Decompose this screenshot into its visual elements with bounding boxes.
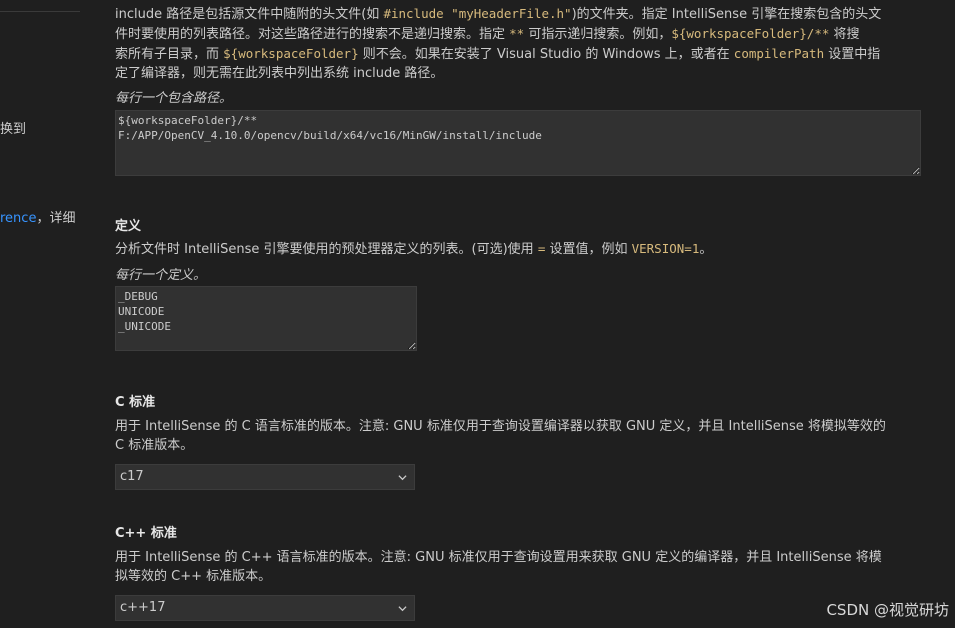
include-path-textarea[interactable] [115, 110, 921, 176]
desc-code: ** [509, 26, 525, 41]
defines-title: 定义 [115, 219, 142, 234]
desc-text: include 路径是包括源文件中随附的头文件(如 [115, 7, 384, 22]
desc-text: 将搜 [829, 27, 860, 42]
c-standard-description: 用于 IntelliSense 的 C 语言标准的版本。注意: GNU 标准仅用… [115, 417, 915, 455]
cpp-standard-description: 用于 IntelliSense 的 C++ 语言标准的版本。注意: GNU 标准… [115, 548, 915, 586]
desc-code: ${workspaceFolder} [223, 46, 359, 61]
c-standard-title: C 标准 [115, 395, 156, 410]
include-path-desc-line-3: 索所有子目录，而 ${workspaceFolder} 则不会。如果在安装了 V… [115, 44, 915, 64]
left-pane-link-fragment[interactable]: rence [0, 211, 36, 226]
c-standard-desc-line-2: C 标准版本。 [115, 438, 194, 453]
include-path-desc-line-4: 定了编译器，则无需在此列表中列出系统 include 路径。 [115, 66, 444, 81]
defines-textarea[interactable] [115, 286, 417, 351]
desc-text: 件时要使用的列表路径。对这些路径进行的搜索不是递归搜索。指定 [115, 27, 510, 42]
chevron-down-icon [398, 475, 407, 481]
cpp-standard-select[interactable]: c++17 [115, 595, 415, 621]
watermark: CSDN @视觉研坊 [826, 601, 949, 619]
defines-setting: 定义 分析文件时 IntelliSense 引擎要使用的预处理器定义的列表。(可… [115, 217, 915, 351]
cpp-standard-desc-line-1: 用于 IntelliSense 的 C++ 语言标准的版本。注意: GNU 标准… [115, 550, 882, 565]
include-path-desc-line-1: include 路径是包括源文件中随附的头文件(如 #include "myHe… [115, 4, 915, 24]
include-path-desc-line-2: 件时要使用的列表路径。对这些路径进行的搜索不是递归搜索。指定 ** 可指示递归搜… [115, 24, 915, 44]
desc-code: ${workspaceFolder}/** [671, 26, 830, 41]
defines-description: 分析文件时 IntelliSense 引擎要使用的预处理器定义的列表。(可选)使… [115, 239, 915, 259]
desc-code: VERSION=1 [631, 241, 700, 256]
left-settings-pane: 换到 rence，详细 [0, 0, 80, 628]
left-pane-text-fragment-2-tail: ，详细 [36, 211, 76, 226]
left-pane-text-fragment-2: rence，详细 [0, 207, 75, 226]
desc-text: 则不会。如果在安装了 Visual Studio 的 Windows 上，或者在 [358, 47, 734, 62]
cpp-standard-title: C++ 标准 [115, 526, 177, 541]
c-standard-selected-value: c17 [120, 469, 144, 484]
cpp-standard-setting: C++ 标准 用于 IntelliSense 的 C++ 语言标准的版本。注意:… [115, 524, 915, 621]
desc-text: )的文件夹。指定 IntelliSense 引擎在搜索包含的头文 [571, 7, 882, 22]
desc-text: 索所有子目录，而 [115, 47, 224, 62]
desc-text: 。 [699, 242, 713, 257]
desc-text: 设置中指 [824, 47, 881, 62]
include-path-description: include 路径是包括源文件中随附的头文件(如 #include "myHe… [115, 4, 915, 83]
cpp-standard-selected-value: c++17 [120, 600, 166, 615]
left-pane-text-fragment: 换到 [0, 122, 27, 137]
c-standard-setting: C 标准 用于 IntelliSense 的 C 语言标准的版本。注意: GNU… [115, 393, 915, 490]
c-standard-desc-line-1: 用于 IntelliSense 的 C 语言标准的版本。注意: GNU 标准仅用… [115, 419, 886, 434]
chevron-down-icon [398, 606, 407, 612]
defines-hint: 每行一个定义。 [115, 268, 207, 283]
c-standard-select[interactable]: c17 [115, 464, 415, 490]
include-path-setting: include 路径是包括源文件中随附的头文件(如 #include "myHe… [115, 4, 921, 176]
desc-text: 可指示递归搜索。例如， [524, 27, 672, 42]
left-pane-divider [0, 11, 80, 12]
include-path-hint: 每行一个包含路径。 [115, 91, 233, 106]
cpp-standard-desc-line-2: 拟等效的 C++ 标准版本。 [115, 569, 272, 584]
desc-text: 设置值，例如 [545, 242, 632, 257]
desc-code: compilerPath [733, 46, 825, 61]
desc-code: #include "myHeaderFile.h" [383, 6, 572, 21]
desc-text: 分析文件时 IntelliSense 引擎要使用的预处理器定义的列表。(可选)使… [115, 242, 538, 257]
